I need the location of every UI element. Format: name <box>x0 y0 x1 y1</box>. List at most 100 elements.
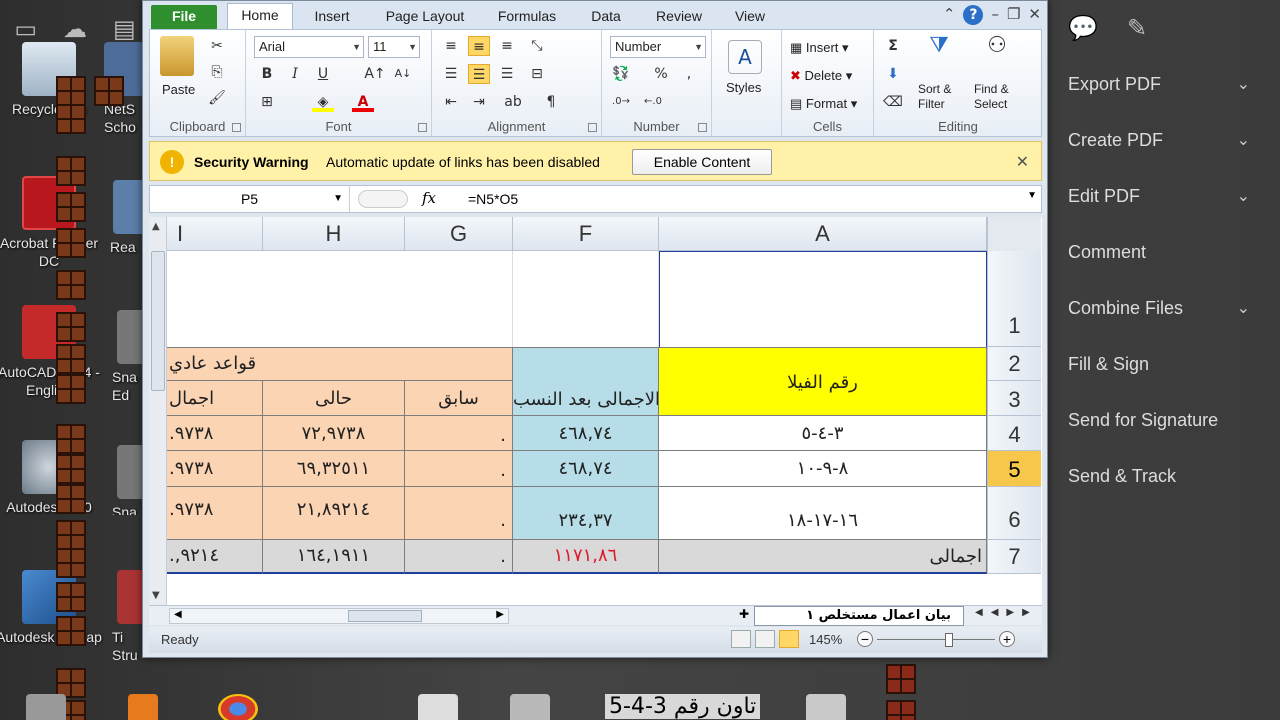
cell-H7[interactable]: ١٦٤,١٩١١ <box>263 540 405 574</box>
increase-indent-icon[interactable]: ⇥ <box>468 92 490 112</box>
font-size-select[interactable]: 11 ▼ <box>368 36 420 58</box>
name-box[interactable]: P5 ▼ <box>150 186 350 212</box>
binoculars-icon[interactable]: ⚇ <box>980 35 1014 66</box>
insert-function-button[interactable]: fx <box>422 189 436 207</box>
cell-F5[interactable]: ٤٦٨,٧٤ <box>513 451 659 487</box>
cell-row1-IG[interactable] <box>167 251 513 347</box>
scroll-down-icon[interactable]: ▼ <box>152 590 160 601</box>
cell-F1[interactable] <box>513 251 659 347</box>
decrease-decimal-icon[interactable]: ←.0 <box>642 92 664 112</box>
tab-review[interactable]: Review <box>647 5 711 29</box>
scroll-thumb[interactable] <box>348 610 422 622</box>
autodesk-360-desktop-icon[interactable]: Autodesk 360 <box>0 440 104 516</box>
align-left-icon[interactable]: ☰ <box>440 64 462 84</box>
acrobat-item-create-pdf[interactable]: Create PDF ⌄ <box>1050 112 1268 168</box>
cell-I7[interactable]: .,٩٢١٤ <box>167 540 263 574</box>
row-header-7[interactable]: 7 <box>987 540 1041 574</box>
column-header-H[interactable]: H <box>263 217 405 251</box>
horizontal-scrollbar[interactable]: ◀ ▶ <box>169 608 509 624</box>
page-layout-view-icon[interactable] <box>755 630 775 648</box>
help-icon[interactable]: ? <box>963 5 984 25</box>
text-direction-icon[interactable]: ab <box>502 92 524 112</box>
italic-button[interactable]: I <box>284 64 306 84</box>
comma-button[interactable]: , <box>678 64 700 84</box>
column-header-I[interactable]: I <box>167 217 263 251</box>
acrobat-item-send-track[interactable]: Send & Track <box>1050 448 1268 504</box>
cell-I3[interactable]: اجمال <box>167 381 263 416</box>
insert-cells-button[interactable]: ▦ Insert ▾ <box>790 40 849 56</box>
number-format-select[interactable]: Number ▼ <box>610 36 706 58</box>
print-icon[interactable]: ▤ <box>109 14 140 44</box>
column-header-A[interactable]: A <box>659 217 987 251</box>
align-middle-icon[interactable]: ≡ <box>468 36 490 56</box>
cell-A5[interactable]: ٨-٩-١٠ <box>659 451 987 487</box>
format-painter-icon[interactable]: 🖌 <box>206 88 228 108</box>
acrobat-item-export-pdf[interactable]: Export PDF ⌄ <box>1050 56 1268 112</box>
acrobat-item-comment[interactable]: Comment <box>1050 224 1268 280</box>
zoom-slider[interactable]: − + <box>857 631 1015 649</box>
cell-F7[interactable]: ١١٧١,٨٦ <box>513 540 659 574</box>
merge-center-icon[interactable]: ⊟ <box>526 64 548 84</box>
cell-G3[interactable]: سابق <box>405 381 513 416</box>
scroll-up-icon[interactable]: ▲ <box>152 221 160 232</box>
folder-icon[interactable] <box>510 694 550 720</box>
autocad-desktop-icon[interactable]: AutoCAD 2014 - English <box>0 305 104 399</box>
minimize-ribbon-icon[interactable]: ⌃ <box>943 5 956 25</box>
zoom-in-icon[interactable]: + <box>999 631 1015 647</box>
acrobat-item-send-for-signature[interactable]: Send for Signature <box>1050 392 1268 448</box>
find-select-button[interactable]: Find & Select <box>974 82 1024 112</box>
font-color-icon[interactable]: A <box>352 92 374 112</box>
row-header-3[interactable]: 3 <box>987 381 1041 416</box>
scroll-thumb[interactable] <box>151 251 165 391</box>
tab-insert[interactable]: Insert <box>303 5 361 29</box>
cell-H6[interactable]: ٢١,٨٩٢١٤ <box>263 487 405 540</box>
cell-F6[interactable]: ٢٣٤,٣٧ <box>513 487 659 540</box>
percent-button[interactable]: % <box>650 64 672 84</box>
cell-I4[interactable]: .٩٧٣٨ <box>167 416 263 451</box>
row-header-4[interactable]: 4 <box>987 416 1041 451</box>
align-center-icon[interactable]: ☰ <box>468 64 490 84</box>
insert-sheet-icon[interactable]: ✚ <box>739 607 749 621</box>
cell-F4[interactable]: ٤٦٨,٧٤ <box>513 416 659 451</box>
page-break-view-icon[interactable] <box>779 630 799 648</box>
row-header-5[interactable]: 5 <box>987 451 1041 487</box>
tab-home[interactable]: Home <box>227 3 293 30</box>
cell-I5[interactable]: .٩٧٣٨ <box>167 451 263 487</box>
tab-page-layout[interactable]: Page Layout <box>375 5 475 29</box>
zoom-knob[interactable] <box>945 633 953 647</box>
cell-A4[interactable]: ٣-٤-٥ <box>659 416 987 451</box>
paste-icon[interactable] <box>160 36 194 76</box>
cell-G6[interactable]: . <box>405 487 513 540</box>
sort-filter-button[interactable]: Sort & Filter <box>918 82 966 112</box>
cell-A1[interactable] <box>659 251 987 347</box>
dialog-launcher-icon[interactable] <box>232 123 241 132</box>
enable-content-button[interactable]: Enable Content <box>632 149 772 175</box>
cell-H5[interactable]: ٦٩,٣٢٥١١ <box>263 451 405 487</box>
cell-G5[interactable]: . <box>405 451 513 487</box>
column-header-F[interactable]: F <box>513 217 659 251</box>
cell-A2-A3[interactable]: رقم الفيلا <box>659 347 987 416</box>
align-bottom-icon[interactable]: ≡ <box>496 36 518 56</box>
align-right-icon[interactable]: ☰ <box>496 64 518 84</box>
chrome-icon[interactable] <box>218 694 258 720</box>
orientation-icon[interactable]: ⤡ <box>526 36 548 56</box>
sheet-tab[interactable]: بيان اعمال مستخلص ١ <box>754 606 964 626</box>
dialog-launcher-icon[interactable] <box>698 123 707 132</box>
delete-cells-button[interactable]: ✖ Delete ▾ <box>790 68 852 84</box>
desktop-file-label[interactable]: تاون رقم 3-4-5 <box>605 694 761 719</box>
grow-font-icon[interactable]: A↑ <box>364 64 386 84</box>
save-icon[interactable]: ▭ <box>10 14 41 44</box>
file-icon[interactable] <box>418 694 458 720</box>
close-icon[interactable]: ✕ <box>1028 5 1041 25</box>
select-all-corner[interactable] <box>987 217 1041 251</box>
expand-formula-icon[interactable]: ▼ <box>1027 190 1037 201</box>
recycle-bin-desktop-icon[interactable]: Recycle Bin <box>0 42 104 118</box>
increase-decimal-icon[interactable]: .0→ <box>610 92 632 112</box>
dialog-launcher-icon[interactable] <box>418 123 427 132</box>
font-name-select[interactable]: Arial ▼ <box>254 36 364 58</box>
row-header-2[interactable]: 2 <box>987 347 1041 381</box>
folder-icon[interactable] <box>806 694 846 720</box>
pen-icon[interactable]: ✎ <box>1122 14 1152 44</box>
tab-file[interactable]: File <box>151 5 217 29</box>
shrink-font-icon[interactable]: A↓ <box>392 64 414 84</box>
